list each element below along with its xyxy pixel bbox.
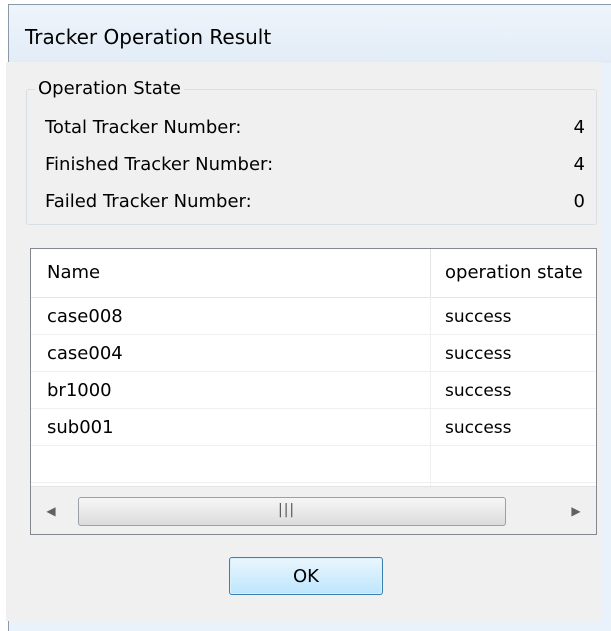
ok-button[interactable]: OK: [229, 557, 383, 595]
finished-tracker-value: 4: [573, 154, 585, 175]
row-name-cell: case008: [47, 306, 123, 327]
row-state-cell: success: [445, 418, 512, 438]
total-tracker-label: Total Tracker Number:: [45, 117, 242, 138]
row-state-cell: success: [445, 381, 512, 401]
table-row[interactable]: case008 success: [31, 298, 596, 335]
list-header: Name operation state: [31, 249, 596, 298]
table-row[interactable]: sub001 success: [31, 409, 596, 446]
total-tracker-row: Total Tracker Number: 4: [45, 117, 585, 138]
table-row[interactable]: br1000 success: [31, 372, 596, 409]
window-title: Tracker Operation Result: [25, 25, 272, 49]
operation-state-group: Operation State Total Tracker Number: 4 …: [26, 78, 597, 225]
row-name-cell: br1000: [47, 380, 112, 401]
row-state-cell: success: [445, 344, 512, 364]
column-gridline: [430, 297, 431, 487]
table-row[interactable]: case004 success: [31, 335, 596, 372]
operation-state-legend: Operation State: [35, 78, 184, 99]
title-bar[interactable]: Tracker Operation Result: [9, 5, 611, 63]
scroll-left-arrow-icon[interactable]: ◀: [31, 487, 71, 534]
row-name-cell: sub001: [47, 417, 114, 438]
row-name-cell: case004: [47, 343, 123, 364]
scrollbar-grip-icon: |||: [278, 502, 296, 518]
failed-tracker-value: 0: [573, 191, 585, 212]
horizontal-scrollbar[interactable]: ◀ ||| ▶: [31, 486, 596, 534]
empty-table-row: [31, 446, 596, 483]
finished-tracker-label: Finished Tracker Number:: [45, 154, 274, 175]
scrollbar-thumb[interactable]: |||: [78, 497, 506, 526]
column-header-operation-state[interactable]: operation state: [431, 249, 596, 297]
failed-tracker-row: Failed Tracker Number: 0: [45, 191, 585, 212]
scroll-right-arrow-icon[interactable]: ▶: [556, 487, 596, 534]
row-state-cell: success: [445, 307, 512, 327]
total-tracker-value: 4: [573, 117, 585, 138]
tracker-list-view[interactable]: Name operation state case008 success cas…: [30, 248, 597, 535]
column-header-name[interactable]: Name: [31, 249, 430, 297]
finished-tracker-row: Finished Tracker Number: 4: [45, 154, 585, 175]
failed-tracker-label: Failed Tracker Number:: [45, 191, 252, 212]
